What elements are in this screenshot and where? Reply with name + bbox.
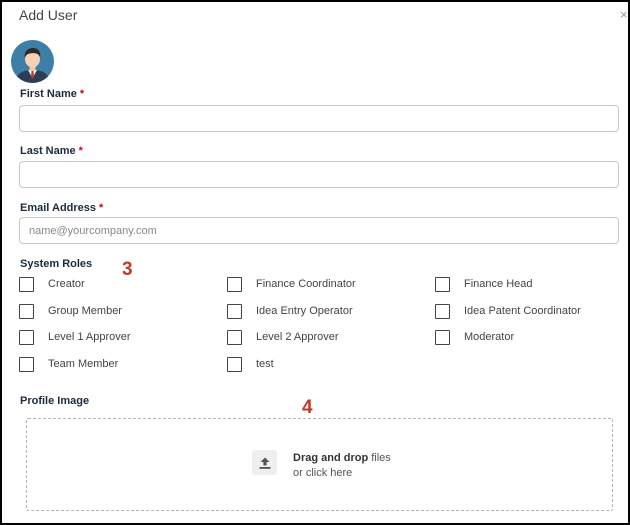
role-level-1-approver[interactable]: Level 1 Approver: [19, 329, 131, 345]
role-label: test: [256, 358, 274, 370]
role-checkbox[interactable]: [19, 276, 34, 292]
system-roles-label: System Roles: [20, 258, 93, 270]
upload-icon[interactable]: [252, 450, 277, 475]
dropzone-text: Drag and drop files or click here: [293, 451, 391, 481]
click-here-link[interactable]: or click here: [293, 466, 391, 481]
required-marker: *: [79, 88, 85, 100]
role-checkbox[interactable]: [435, 329, 450, 345]
add-user-dialog: Add User × First Name * Last Name * Emai…: [0, 0, 630, 525]
close-icon[interactable]: ×: [620, 8, 628, 21]
email-input[interactable]: [19, 217, 619, 244]
drag-drop-rest: files: [368, 452, 391, 464]
role-label: Group Member: [48, 305, 122, 317]
profile-image-label: Profile Image: [20, 395, 90, 407]
drag-drop-line: Drag and drop files: [293, 451, 391, 466]
role-checkbox[interactable]: [435, 303, 450, 319]
first-name-input[interactable]: [19, 105, 619, 132]
role-label: Level 2 Approver: [256, 331, 339, 343]
email-label: Email Address *: [20, 202, 103, 214]
role-test[interactable]: test: [227, 356, 274, 372]
role-label: Finance Coordinator: [256, 278, 356, 290]
role-label: Team Member: [48, 358, 119, 370]
required-marker: *: [99, 202, 104, 214]
role-moderator[interactable]: Moderator: [435, 329, 514, 345]
role-label: Finance Head: [464, 278, 533, 290]
role-group-member[interactable]: Group Member: [19, 303, 122, 319]
role-checkbox[interactable]: [19, 329, 34, 345]
role-checkbox[interactable]: [435, 276, 450, 292]
role-label: Moderator: [464, 331, 515, 343]
annotation-3: 3: [122, 259, 133, 280]
email-label-text: Email Address: [20, 202, 97, 214]
role-checkbox[interactable]: [227, 329, 242, 345]
role-finance-head[interactable]: Finance Head: [435, 276, 533, 292]
role-checkbox[interactable]: [227, 276, 242, 292]
role-label: Idea Patent Coordinator: [464, 305, 581, 317]
role-finance-coordinator[interactable]: Finance Coordinator: [227, 276, 356, 292]
role-label: Level 1 Approver: [48, 331, 131, 343]
last-name-input[interactable]: [19, 161, 619, 188]
role-checkbox[interactable]: [227, 303, 242, 319]
role-idea-entry-operator[interactable]: Idea Entry Operator: [227, 303, 353, 319]
last-name-label-text: Last Name: [20, 145, 76, 157]
role-label: Creator: [48, 278, 85, 290]
dialog-title: Add User: [19, 7, 78, 23]
role-idea-patent-coordinator[interactable]: Idea Patent Coordinator: [435, 303, 581, 319]
role-checkbox[interactable]: [19, 356, 34, 372]
role-creator[interactable]: Creator: [19, 276, 85, 292]
first-name-label-text: First Name: [20, 88, 77, 100]
last-name-label: Last Name *: [20, 145, 83, 157]
profile-image-dropzone[interactable]: Drag and drop files or click here: [26, 418, 613, 511]
role-team-member[interactable]: Team Member: [19, 356, 118, 372]
role-checkbox[interactable]: [19, 303, 34, 319]
first-name-label: First Name *: [20, 88, 84, 100]
role-label: Idea Entry Operator: [256, 305, 353, 317]
drag-drop-bold: Drag and drop: [293, 452, 369, 464]
annotation-4: 4: [302, 397, 313, 418]
role-level-2-approver[interactable]: Level 2 Approver: [227, 329, 339, 345]
role-checkbox[interactable]: [227, 356, 242, 372]
avatar[interactable]: [11, 40, 54, 83]
required-marker: *: [78, 145, 83, 157]
